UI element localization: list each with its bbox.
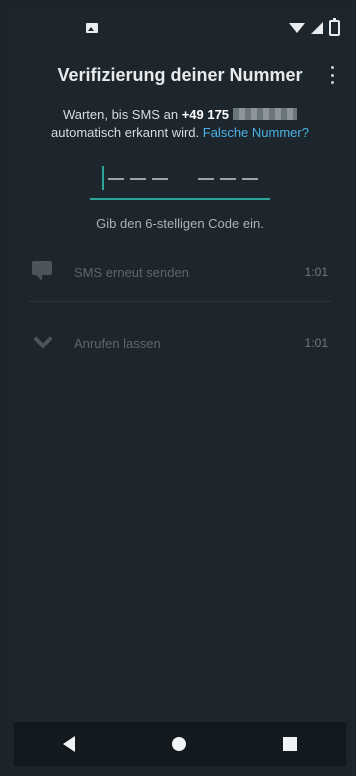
status-bar bbox=[14, 14, 346, 44]
phone-number: +49 175 bbox=[181, 107, 230, 122]
resend-sms-label: SMS erneut senden bbox=[74, 264, 189, 280]
wrong-number-link[interactable]: Falsche Nummer? bbox=[203, 125, 309, 140]
home-icon[interactable] bbox=[171, 737, 186, 751]
back-icon[interactable] bbox=[62, 736, 75, 752]
status-icons bbox=[289, 18, 340, 36]
phone-frame: Verifizierung deiner Nummer Warten, bis … bbox=[0, 0, 356, 776]
code-hint: Gib den 6-stelligen Code ein. bbox=[96, 216, 264, 231]
image-icon bbox=[86, 23, 98, 33]
page-title: Verifizierung deiner Nummer bbox=[57, 64, 303, 85]
divider bbox=[28, 301, 332, 302]
sms-icon bbox=[32, 261, 52, 281]
code-placeholder bbox=[108, 172, 258, 180]
intro-prefix: Warten, bis SMS an bbox=[62, 107, 179, 122]
resend-sms-timer: 1:01 bbox=[304, 265, 328, 279]
more-vert-icon[interactable] bbox=[324, 66, 340, 84]
header: Verifizierung deiner Nummer bbox=[14, 44, 346, 106]
intro-text: Warten, bis SMS an +49 175 automatisch e… bbox=[14, 106, 346, 142]
phone-mask bbox=[233, 108, 298, 120]
battery-icon bbox=[329, 18, 340, 36]
signal-icon bbox=[311, 22, 323, 34]
wifi-icon bbox=[289, 23, 305, 33]
call-label: Anrufen lassen bbox=[74, 335, 161, 351]
input-caret bbox=[102, 166, 104, 190]
call-option[interactable]: Anrufen lassen 1:01 bbox=[32, 322, 328, 364]
code-underline bbox=[90, 198, 270, 200]
navigation-bar bbox=[14, 722, 346, 766]
recents-icon[interactable] bbox=[283, 737, 298, 751]
intro-suffix: automatisch erkannt wird. bbox=[51, 125, 200, 140]
verification-screen: Verifizierung deiner Nummer Warten, bis … bbox=[14, 44, 346, 722]
phone-icon bbox=[32, 330, 50, 348]
call-timer: 1:01 bbox=[304, 336, 328, 350]
resend-sms-option[interactable]: SMS erneut senden 1:01 bbox=[32, 251, 328, 293]
code-input[interactable] bbox=[90, 160, 270, 206]
